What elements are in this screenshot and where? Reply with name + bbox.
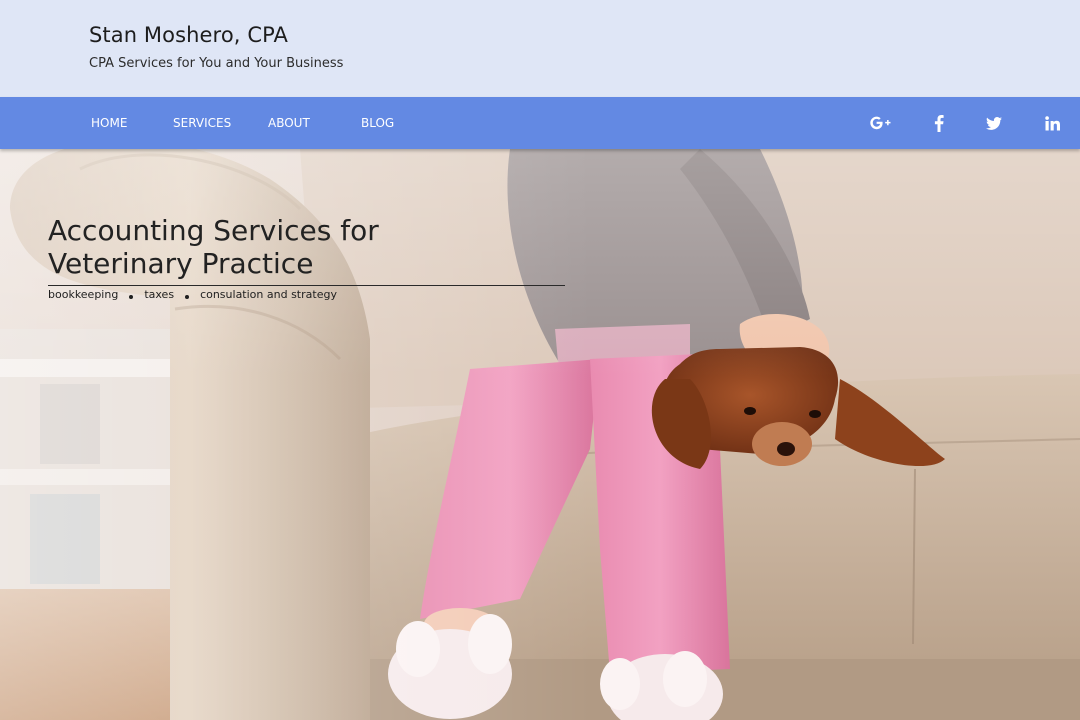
hero-heading: Accounting Services for Veterinary Pract… <box>48 214 379 280</box>
linkedin-icon[interactable] <box>1040 111 1064 135</box>
nav-item-home[interactable]: HOME <box>91 97 127 149</box>
main-nav: HOME SERVICES ABOUT BLOG <box>0 97 1080 149</box>
twitter-icon[interactable] <box>982 111 1006 135</box>
bullet-dot <box>129 294 134 299</box>
nav-item-services[interactable]: SERVICES <box>173 97 231 149</box>
service-taxes: taxes <box>144 288 175 301</box>
service-bookkeeping: bookkeeping <box>48 288 119 301</box>
hero-services-list: bookkeeping taxes consulation and strate… <box>48 288 337 301</box>
facebook-icon[interactable] <box>927 111 951 135</box>
site-header: Stan Moshero, CPA CPA Services for You a… <box>0 0 1080 97</box>
bullet-dot <box>185 294 190 299</box>
hero-banner: Accounting Services for Veterinary Pract… <box>0 149 1080 720</box>
service-consulting: consulation and strategy <box>200 288 337 301</box>
site-title[interactable]: Stan Moshero, CPA <box>89 23 288 47</box>
nav-item-about[interactable]: ABOUT <box>268 97 310 149</box>
site-tagline: CPA Services for You and Your Business <box>89 56 344 71</box>
hero-heading-line1: Accounting Services for <box>48 214 379 247</box>
hero-heading-line2: Veterinary Practice <box>48 247 314 280</box>
hero-divider <box>48 285 565 286</box>
google-plus-icon[interactable] <box>868 111 894 135</box>
nav-item-blog[interactable]: BLOG <box>361 97 394 149</box>
